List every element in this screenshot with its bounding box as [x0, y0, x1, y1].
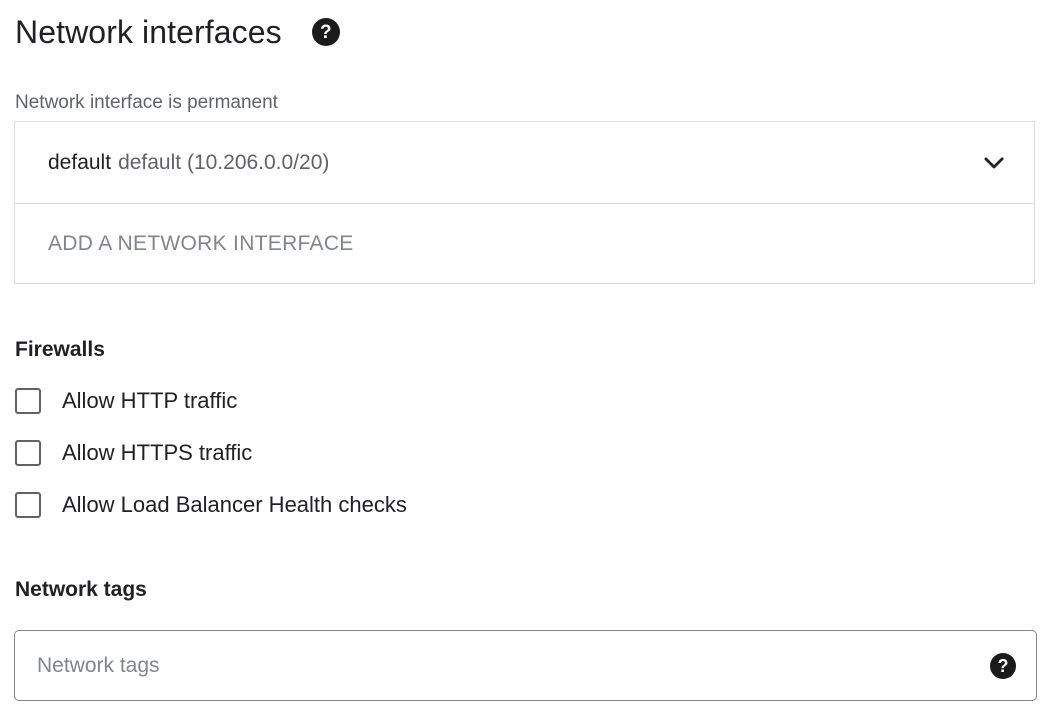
section-header: Network interfaces ?: [15, 12, 340, 52]
permanent-interface-caption: Network interface is permanent: [15, 92, 278, 113]
network-tags-input[interactable]: [35, 652, 939, 679]
network-interface-detail: default (10.206.0.0/20): [118, 150, 330, 174]
network-settings-panel: Network interfaces ? Network interface i…: [0, 0, 1062, 718]
chevron-down-icon[interactable]: [981, 150, 1007, 176]
network-tags-heading: Network tags: [15, 578, 147, 601]
lb-health-label[interactable]: Allow Load Balancer Health checks: [62, 491, 407, 519]
network-interface-label: default default (10.206.0.0/20): [48, 149, 329, 177]
page-title: Network interfaces: [15, 14, 282, 50]
http-traffic-checkbox[interactable]: [15, 388, 41, 414]
network-tags-field[interactable]: ?: [14, 630, 1037, 701]
firewall-option-https[interactable]: Allow HTTPS traffic: [15, 439, 252, 467]
firewalls-heading: Firewalls: [15, 338, 105, 361]
network-interface-name: default: [48, 150, 112, 174]
https-traffic-label[interactable]: Allow HTTPS traffic: [62, 439, 252, 467]
help-icon[interactable]: ?: [990, 652, 1016, 679]
lb-health-checkbox[interactable]: [15, 492, 41, 518]
http-traffic-label[interactable]: Allow HTTP traffic: [62, 387, 237, 415]
firewall-option-http[interactable]: Allow HTTP traffic: [15, 387, 237, 415]
add-network-interface-button[interactable]: ADD A NETWORK INTERFACE: [15, 204, 1034, 284]
network-interface-default[interactable]: default default (10.206.0.0/20): [15, 122, 1034, 204]
help-icon[interactable]: ?: [311, 18, 340, 46]
network-interface-list: default default (10.206.0.0/20) ADD A NET…: [14, 121, 1035, 284]
firewall-option-lb-health[interactable]: Allow Load Balancer Health checks: [15, 491, 407, 519]
https-traffic-checkbox[interactable]: [15, 440, 41, 466]
